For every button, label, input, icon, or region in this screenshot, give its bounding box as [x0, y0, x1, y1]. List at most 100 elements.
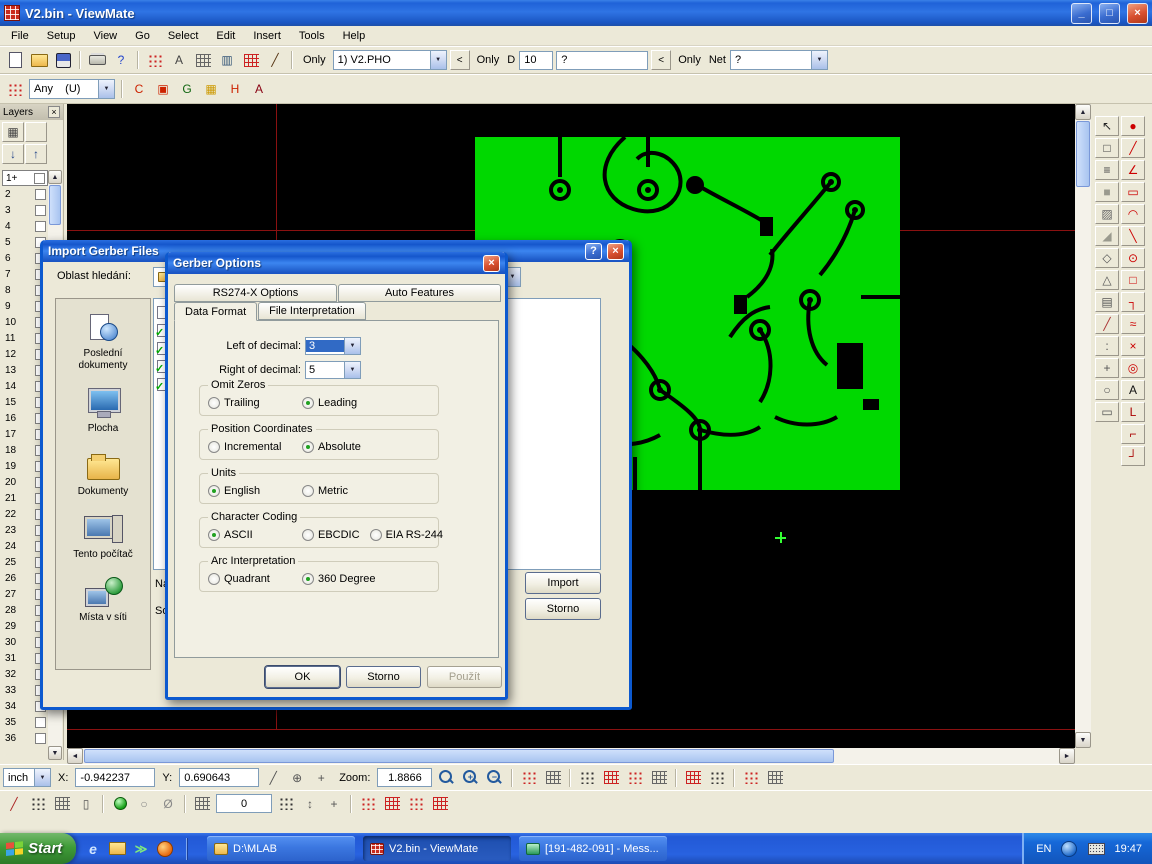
dots-tool-icon[interactable]: : — [1095, 336, 1119, 356]
tab-auto-features[interactable]: Auto Features — [338, 284, 501, 302]
traffic-light-icon[interactable] — [109, 794, 131, 814]
taskbar-button[interactable]: D:\MLAB — [207, 836, 355, 861]
close-button[interactable]: × — [1127, 3, 1148, 24]
help-button[interactable]: ? — [585, 243, 602, 260]
scrollbar-thumb[interactable] — [1076, 121, 1090, 187]
film-view-icon[interactable] — [682, 768, 704, 788]
radio-button[interactable] — [302, 441, 314, 453]
save-icon[interactable] — [52, 50, 74, 70]
chevron-down-icon[interactable] — [430, 51, 446, 69]
radio-quadrant[interactable]: Quadrant — [208, 573, 292, 585]
flash-red2-icon[interactable] — [405, 794, 427, 814]
datum-point-icon[interactable]: + — [323, 794, 345, 814]
maximize-button[interactable]: □ — [1099, 3, 1120, 24]
hatch-square-tool-icon[interactable]: ▨ — [1095, 204, 1119, 224]
left-decimal-combo[interactable]: 3 — [305, 337, 361, 355]
route-corner-tool-icon[interactable]: ┐ — [1121, 292, 1145, 312]
menu-file[interactable]: File — [2, 27, 38, 45]
firefox-icon[interactable] — [156, 840, 174, 858]
open-file-icon[interactable] — [28, 50, 50, 70]
tab-file-interpretation[interactable]: File Interpretation — [258, 302, 366, 320]
close-button[interactable]: × — [607, 243, 624, 260]
arc-draw-tool-icon[interactable]: ◠ — [1121, 204, 1145, 224]
print-icon[interactable] — [86, 50, 108, 70]
repeat-grid-icon[interactable] — [51, 794, 73, 814]
draw-pen-icon[interactable]: ╱ — [264, 50, 286, 70]
rect-draw-tool-icon[interactable]: ▭ — [1121, 182, 1145, 202]
table-grid-icon[interactable] — [191, 794, 213, 814]
radio-button[interactable] — [208, 529, 220, 541]
scroll-up-icon[interactable] — [48, 170, 62, 184]
radio-button[interactable] — [208, 485, 220, 497]
menu-setup[interactable]: Setup — [38, 27, 85, 45]
horizontal-scrollbar[interactable] — [67, 748, 1075, 764]
angle-draw-tool-icon[interactable]: ∠ — [1121, 160, 1145, 180]
text-select-icon[interactable]: A — [248, 79, 270, 99]
bar-tool-icon[interactable]: ▭ — [1095, 402, 1119, 422]
origin-icon[interactable]: ⊕ — [286, 768, 308, 788]
pad-flash-tool-icon[interactable]: ● — [1121, 116, 1145, 136]
radio-trailing[interactable]: Trailing — [208, 397, 292, 409]
launch-arrows-icon[interactable]: ≫ — [132, 840, 150, 858]
chevron-down-icon[interactable] — [34, 769, 50, 786]
square-draw-tool-icon[interactable]: □ — [1121, 270, 1145, 290]
chevron-down-icon[interactable] — [811, 51, 827, 69]
rows-tool-icon[interactable]: ▤ — [1095, 292, 1119, 312]
radio-button[interactable] — [302, 529, 314, 541]
ring-tool-icon[interactable]: ○ — [1095, 380, 1119, 400]
keyboard-layout-icon[interactable] — [1085, 839, 1107, 859]
chevron-down-icon[interactable] — [344, 338, 360, 354]
layer-row[interactable]: 2 — [2, 186, 48, 202]
layer-combo[interactable]: 1) V2.PHO — [333, 50, 447, 70]
crosshair-icon[interactable]: + — [310, 768, 332, 788]
flash-grid2-icon[interactable] — [429, 794, 451, 814]
text-marks-icon[interactable]: A — [168, 50, 190, 70]
tab-data-format[interactable]: Data Format — [174, 302, 257, 321]
circle-select-icon[interactable]: C — [128, 79, 150, 99]
pad-outline-icon[interactable] — [600, 768, 622, 788]
slash-tool-icon[interactable]: ╱ — [1095, 314, 1119, 334]
mirror-icon[interactable]: ▯ — [75, 794, 97, 814]
close-button[interactable]: × — [483, 255, 500, 272]
zoom-out-icon[interactable]: − — [483, 768, 505, 788]
select-filter-combo[interactable]: Any (U) — [29, 79, 115, 99]
corner-triangle-tool-icon[interactable]: ◢ — [1095, 226, 1119, 246]
help-pointer-icon[interactable]: ? — [110, 50, 132, 70]
radio-button[interactable] — [370, 529, 382, 541]
vertical-scrollbar[interactable] — [1075, 104, 1091, 748]
menu-insert[interactable]: Insert — [244, 27, 290, 45]
rotation-field[interactable]: 0 — [216, 794, 272, 813]
radio-absolute[interactable]: Absolute — [302, 441, 361, 453]
scroll-left-icon[interactable] — [67, 748, 83, 764]
select-filter-icon[interactable] — [4, 79, 26, 99]
radio-eia-rs-244[interactable]: EIA RS-244 — [370, 529, 443, 541]
layer-table-icon[interactable]: ▦ — [2, 122, 24, 142]
y-coordinate-field[interactable]: 0.690643 — [179, 768, 259, 787]
pointer-tool-icon[interactable]: ↖ — [1095, 116, 1119, 136]
radio-ebcdic[interactable]: EBCDIC — [302, 529, 360, 541]
internet-explorer-icon[interactable]: e — [84, 840, 102, 858]
layers-panel-header[interactable]: Layers × — [0, 104, 63, 120]
radio-button[interactable] — [208, 397, 220, 409]
menu-edit[interactable]: Edit — [207, 27, 244, 45]
snap-grid-icon[interactable] — [275, 794, 297, 814]
layer-move-up-icon[interactable]: ↑ — [25, 144, 47, 164]
radio-button[interactable] — [208, 573, 220, 585]
apply-button[interactable]: Použít — [427, 666, 502, 688]
line-draw-tool-icon[interactable]: ╱ — [1121, 138, 1145, 158]
dcode-input[interactable]: 10 — [519, 51, 553, 70]
swap-view-icon[interactable]: ▥ — [216, 50, 238, 70]
target-tool-icon[interactable]: ◎ — [1121, 358, 1145, 378]
measure-grid-icon[interactable] — [192, 50, 214, 70]
radio-english[interactable]: English — [208, 485, 292, 497]
radio-button[interactable] — [302, 397, 314, 409]
import-button[interactable]: Import — [525, 572, 601, 594]
window-select-icon[interactable]: ▣ — [152, 79, 174, 99]
place-recent[interactable]: Poslední dokumenty — [60, 311, 146, 372]
radio-ascii[interactable]: ASCII — [208, 529, 292, 541]
prev-dcode-button[interactable]: < — [651, 50, 671, 70]
layer-visibility-checkbox[interactable] — [34, 173, 45, 184]
unit-combo[interactable]: inch — [3, 768, 51, 787]
only-view-label[interactable]: Only — [303, 54, 326, 66]
radio-incremental[interactable]: Incremental — [208, 441, 292, 453]
